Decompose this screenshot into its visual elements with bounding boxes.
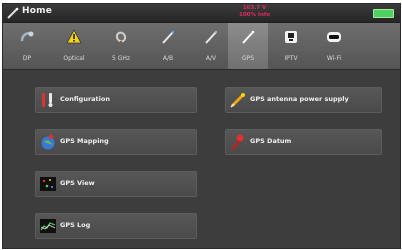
antenna-power-icon	[230, 93, 245, 108]
satellite-view-icon	[40, 177, 56, 191]
button-label: GPS Datum	[250, 137, 292, 145]
tool-av[interactable]: A/V	[191, 23, 231, 69]
globe-icon	[41, 134, 55, 150]
log-chart-icon	[40, 219, 56, 233]
button-label: Configuration	[60, 95, 110, 103]
gps-menu-panel: Configuration GPS Mapping GPS View GPS L…	[3, 70, 400, 248]
app-window: Home 163.7 V 100% Info DP Optical 5 GHz …	[2, 3, 401, 249]
gps-antenna-power-button[interactable]: GPS antenna power supply	[225, 87, 382, 113]
wifi-icon	[327, 32, 341, 42]
button-label: GPS View	[60, 179, 95, 187]
tool-label: 5 GHz	[111, 55, 131, 62]
page-title: Home	[22, 6, 52, 16]
gps-wand-icon	[242, 30, 255, 44]
tool-label: A/B	[162, 55, 174, 62]
tool-wifi[interactable]: Wi-Fi	[314, 23, 354, 69]
tool-iptv[interactable]: IPTV	[271, 23, 311, 69]
home-wand-icon[interactable]	[7, 7, 19, 19]
status-line-1: 163.7 V	[242, 5, 267, 11]
gps-datum-button[interactable]: GPS Datum	[225, 129, 382, 155]
datum-pin-icon	[232, 134, 244, 150]
button-label: GPS Mapping	[60, 137, 109, 145]
dp-icon	[20, 31, 34, 42]
tool-label: Optical	[63, 55, 85, 62]
wand-icon	[205, 30, 218, 44]
tool-gps[interactable]: GPS	[228, 23, 268, 69]
button-label: GPS Log	[60, 221, 91, 229]
tool-label: DP	[22, 55, 32, 62]
gps-mapping-button[interactable]: GPS Mapping	[35, 129, 197, 155]
wand-icon	[162, 30, 175, 44]
title-bar: Home 163.7 V 100% Info	[3, 4, 400, 23]
mode-toolbar: DP Optical 5 GHz A/B A/V GPS IPTV Wi-Fi	[3, 23, 400, 70]
tools-icon	[42, 93, 53, 107]
tool-label: A/V	[205, 55, 217, 62]
configuration-button[interactable]: Configuration	[35, 87, 197, 113]
gps-log-button[interactable]: GPS Log	[35, 213, 197, 239]
optical-warning-icon	[66, 29, 82, 44]
tool-label: IPTV	[284, 55, 298, 62]
tool-label: Wi-Fi	[326, 55, 342, 62]
battery-icon	[373, 9, 394, 18]
tool-ab[interactable]: A/B	[148, 23, 188, 69]
button-label: GPS antenna power supply	[250, 95, 349, 103]
iptv-icon	[285, 31, 297, 43]
tool-optical[interactable]: Optical	[54, 23, 94, 69]
status-line-2: 100% Info	[239, 12, 271, 18]
satellite-dish-icon	[115, 31, 127, 44]
tool-dp[interactable]: DP	[7, 23, 47, 69]
status-readout: 163.7 V 100% Info	[239, 5, 270, 19]
tool-label: GPS	[241, 55, 255, 62]
tool-5ghz[interactable]: 5 GHz	[101, 23, 141, 69]
gps-view-button[interactable]: GPS View	[35, 171, 197, 197]
